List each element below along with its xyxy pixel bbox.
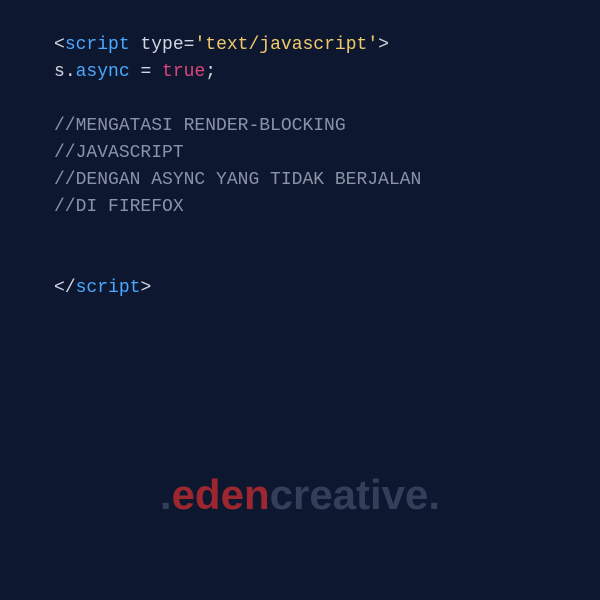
blank-line [54,248,600,275]
comment-prefix: // [54,143,76,163]
tag-script-close: script [76,278,141,298]
code-line-statement: s.async = true; [54,59,600,86]
attr-type: type [140,35,183,55]
stmt-property: async [76,62,130,82]
watermark-dot-right: . [428,471,440,518]
comment-prefix: // [54,197,76,217]
comment-text-4: DI FIREFOX [76,197,184,217]
watermark-logo: .edencreative. [0,463,600,526]
quote-close: ' [367,35,378,55]
angle-close: > [140,278,151,298]
comment-text-2: JAVASCRIPT [76,143,184,163]
code-line-comment-1: //MENGATASI RENDER-BLOCKING [54,113,600,140]
attr-type-value: text/javascript [205,35,367,55]
blank-line [54,86,600,113]
code-line-comment-3: //DENGAN ASYNC YANG TIDAK BERJALAN [54,167,600,194]
quote-open: ' [194,35,205,55]
angle-close: > [378,35,389,55]
watermark-dot-left: . [160,471,172,518]
comment-text-3: DENGAN ASYNC YANG TIDAK BERJALAN [76,170,422,190]
assign: = [130,62,162,82]
code-snippet: <script type='text/javascript'> s.async … [0,0,600,302]
comment-text-1: MENGATASI RENDER-BLOCKING [76,116,346,136]
angle-open: < [54,35,65,55]
code-line-comment-4: //DI FIREFOX [54,194,600,221]
blank-line [54,221,600,248]
stmt-value: true [162,62,205,82]
tag-script: script [65,35,130,55]
code-line-close-tag: </script> [54,275,600,302]
watermark-creative: creative [270,471,429,518]
code-line-open-tag: <script type='text/javascript'> [54,32,600,59]
dot: . [65,62,76,82]
semicolon: ; [205,62,216,82]
angle-open: < [54,278,65,298]
comment-prefix: // [54,170,76,190]
watermark-eden: eden [172,471,270,518]
equals: = [184,35,195,55]
code-line-comment-2: //JAVASCRIPT [54,140,600,167]
stmt-object: s [54,62,65,82]
space [130,35,141,55]
comment-prefix: // [54,116,76,136]
slash: / [65,278,76,298]
